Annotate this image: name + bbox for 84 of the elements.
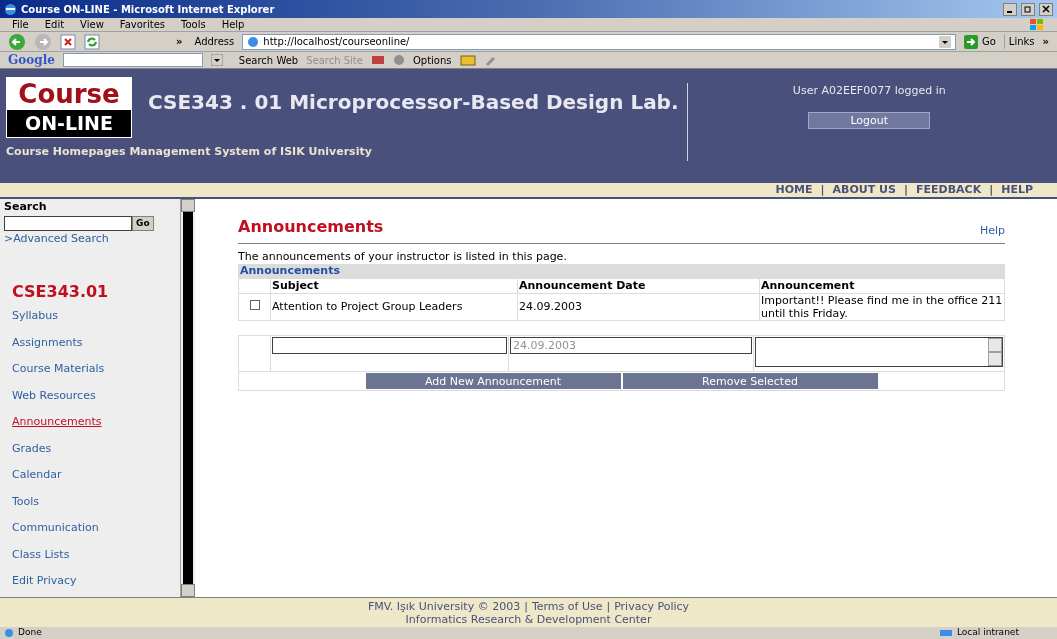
- minimize-button[interactable]: [1003, 2, 1017, 16]
- date-input[interactable]: 24.09.2003: [510, 337, 752, 354]
- row-checkbox[interactable]: [249, 299, 260, 310]
- subject-input[interactable]: [272, 337, 507, 354]
- help-link[interactable]: Help: [979, 222, 1005, 239]
- sidebar-link[interactable]: Assignments: [12, 334, 176, 351]
- search-go-button[interactable]: Go: [132, 215, 154, 231]
- address-label: Address: [194, 35, 235, 49]
- sidebar-scrollbar[interactable]: [180, 199, 195, 597]
- sidebar-link[interactable]: Class Lists: [12, 546, 176, 563]
- toolbar-chevron[interactable]: »: [176, 36, 183, 47]
- logo-top: Course: [7, 78, 131, 110]
- footer-separator: |: [524, 599, 528, 613]
- dropdown-icon[interactable]: [210, 54, 223, 66]
- logo-bottom: ON-LINE: [7, 110, 131, 137]
- footer-text: Informatics Research & Development Center: [405, 612, 652, 626]
- nav-separator: |: [820, 181, 825, 198]
- menu-item[interactable]: View: [80, 17, 104, 32]
- copyright-text: FMV. Işık University © 2003: [367, 599, 521, 613]
- form-button[interactable]: Add New Announcement: [365, 373, 621, 389]
- google-logo[interactable]: Google: [8, 51, 55, 69]
- intro-text: The announcements of your instructor is listed in this page.: [238, 250, 568, 264]
- refresh-button[interactable]: [84, 33, 100, 50]
- status-text: Done: [18, 626, 43, 639]
- table-cell: Attention to Project Group Leaders: [270, 293, 518, 321]
- stop-button[interactable]: [60, 33, 76, 50]
- links-chevron[interactable]: »: [1042, 36, 1049, 47]
- search-web-button[interactable]: Search Web: [238, 52, 299, 68]
- sidebar-link[interactable]: Course Materials: [12, 361, 176, 378]
- sidebar-link[interactable]: Tools: [12, 493, 176, 510]
- sidebar-link[interactable]: Grades: [12, 440, 176, 457]
- sidebar-link[interactable]: Edit Privacy: [12, 573, 176, 590]
- course-code: CSE343.01: [12, 281, 110, 303]
- sidebar-link[interactable]: Syllabus: [12, 308, 176, 325]
- nav-link[interactable]: ABOUT US: [832, 181, 896, 199]
- menu-item[interactable]: Edit: [44, 17, 65, 32]
- search-field[interactable]: [4, 215, 132, 231]
- close-button[interactable]: [1039, 2, 1053, 16]
- menu-item[interactable]: Help: [221, 17, 245, 32]
- options-button[interactable]: Options: [412, 52, 452, 68]
- dropdown-icon[interactable]: [938, 35, 951, 48]
- restore-icon: [1024, 5, 1032, 13]
- address-url: http://localhost/courseonline/: [263, 35, 410, 49]
- sidebar-link[interactable]: Web Resources: [12, 387, 176, 404]
- table-caption: Announcements: [238, 264, 1005, 278]
- announcement-textarea[interactable]: [755, 337, 1003, 367]
- column-header: Announcement Date: [517, 278, 760, 294]
- google-search-field[interactable]: [62, 53, 203, 67]
- back-button[interactable]: [8, 32, 26, 51]
- search-label: Search: [4, 199, 48, 215]
- links-button[interactable]: Links: [1003, 34, 1035, 49]
- sidebar-link[interactable]: Calendar: [12, 467, 176, 484]
- sidebar-link[interactable]: Communication: [12, 520, 176, 537]
- footer-link[interactable]: Privacy Policy: [614, 599, 690, 613]
- address-field[interactable]: http://localhost/courseonline/: [242, 33, 956, 50]
- column-header: Announcement: [759, 278, 1005, 294]
- nav-separator: |: [989, 181, 994, 198]
- logout-button[interactable]: Logout: [808, 111, 931, 129]
- footer-separator: |: [606, 599, 611, 613]
- column-header: Subject: [270, 278, 518, 294]
- form-button[interactable]: Remove Selected: [622, 373, 878, 389]
- nav-link[interactable]: HELP: [1001, 181, 1033, 199]
- advanced-search-link[interactable]: >Advanced Search: [4, 230, 176, 247]
- menu-item[interactable]: File: [12, 17, 29, 32]
- browser-icon: [4, 2, 17, 16]
- page-title: Announcements: [238, 216, 384, 238]
- nav-link[interactable]: HOME: [775, 181, 813, 199]
- restore-button[interactable]: [1021, 2, 1035, 16]
- footer-link[interactable]: Terms of Use: [531, 599, 603, 613]
- course-title: CSE343 . 01 Microprocessor-Based Design Lab.: [148, 89, 679, 116]
- table-cell: Important!! Please find me in the office 211 until this Friday.: [759, 293, 1005, 321]
- menu-item[interactable]: Tools: [181, 17, 206, 32]
- menu-item[interactable]: Favorites: [119, 17, 165, 32]
- sidebar-link[interactable]: Announcements: [12, 414, 176, 431]
- user-status: User A02EEF0077 logged in: [792, 83, 946, 99]
- table-cell: 24.09.2003: [517, 293, 760, 321]
- zone-text: Local intranet: [957, 626, 1020, 639]
- site-tagline: Course Homepages Management System of ISIK University: [6, 144, 373, 160]
- nav-separator: |: [903, 181, 908, 198]
- nav-link[interactable]: FEEDBACK: [916, 181, 982, 199]
- windows-logo-icon: [1029, 18, 1045, 31]
- close-icon: [1042, 5, 1050, 13]
- go-button[interactable]: Go: [963, 34, 996, 49]
- window-title: Course ON-LINE - Microsoft Internet Explorer: [21, 2, 276, 17]
